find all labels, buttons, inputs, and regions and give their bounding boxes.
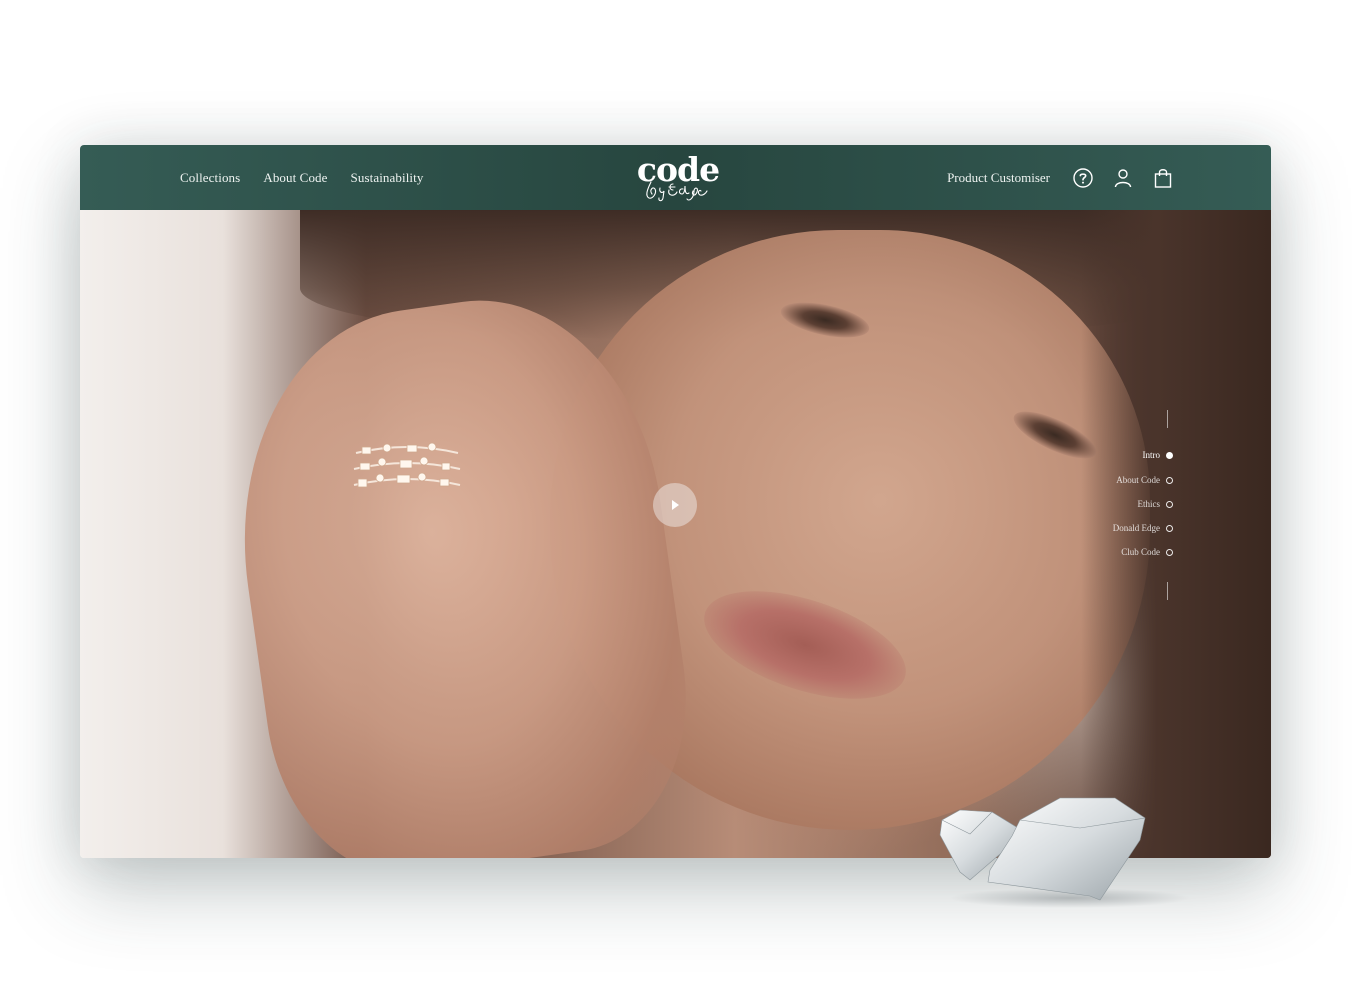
section-nav-label: Intro — [1142, 450, 1161, 460]
section-nav-divider-bottom — [1167, 582, 1168, 600]
section-nav-divider-top — [1167, 410, 1168, 428]
section-nav-dot — [1166, 524, 1173, 532]
bag-icon[interactable] — [1152, 167, 1174, 189]
diamonds-decoration — [939, 797, 1190, 908]
product-customiser-link[interactable]: Product Customiser — [947, 170, 1050, 186]
primary-nav: Collections About Code Sustainability — [180, 145, 423, 210]
section-nav-item-club-code[interactable]: Club Code — [1121, 545, 1173, 559]
section-nav-item-ethics[interactable]: Ethics — [1137, 497, 1173, 511]
section-nav-item-intro[interactable]: Intro — [1142, 448, 1173, 462]
nav-link-about-code[interactable]: About Code — [263, 170, 327, 186]
section-nav-dot — [1166, 476, 1173, 484]
section-nav-dot — [1166, 500, 1173, 508]
help-icon[interactable] — [1072, 167, 1094, 189]
stacked-rings-image — [353, 442, 461, 488]
section-nav-label: About Code — [1116, 475, 1160, 485]
hero-video-still: Intro About Code Ethics Donald Edge Club… — [80, 210, 1271, 858]
section-nav-label: Club Code — [1121, 547, 1160, 557]
section-nav-item-donald-edge[interactable]: Donald Edge — [1113, 521, 1173, 535]
utility-nav: Product Customiser — [947, 145, 1174, 210]
section-navigation: Intro About Code Ethics Donald Edge Club… — [1053, 410, 1173, 610]
user-icon[interactable] — [1112, 167, 1134, 189]
section-nav-dot — [1166, 451, 1173, 459]
browser-frame: Collections About Code Sustainability co… — [80, 145, 1271, 858]
play-icon — [672, 500, 679, 510]
top-navbar: Collections About Code Sustainability co… — [80, 145, 1271, 210]
section-nav-label: Donald Edge — [1112, 523, 1160, 533]
logo-script-signature — [646, 181, 708, 202]
nav-link-sustainability[interactable]: Sustainability — [351, 170, 424, 186]
section-nav-label: Ethics — [1137, 499, 1161, 509]
play-video-button[interactable] — [653, 483, 697, 527]
section-nav-item-about-code[interactable]: About Code — [1116, 473, 1173, 487]
nav-link-collections[interactable]: Collections — [180, 170, 240, 186]
section-nav-dot — [1166, 548, 1173, 556]
brand-logo[interactable]: code — [633, 151, 723, 205]
